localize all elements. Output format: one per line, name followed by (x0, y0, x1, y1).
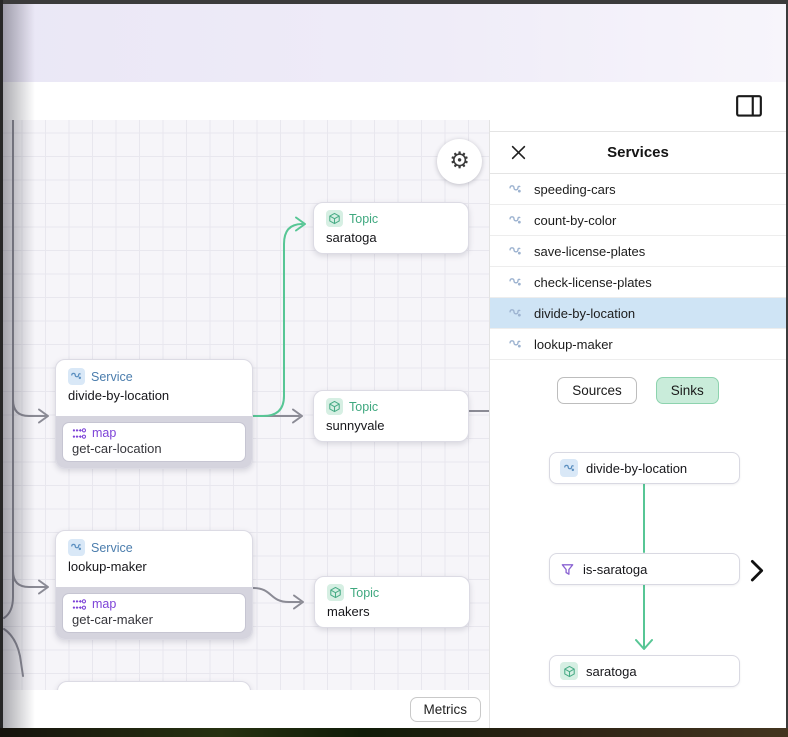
service-list-label: save-license-plates (534, 244, 645, 259)
flow-node-label: is-saratoga (583, 562, 647, 577)
canvas-bottom-bar: Metrics (3, 690, 489, 728)
header-band (3, 82, 786, 120)
service-list-item-save-license-plates[interactable]: save-license-plates (490, 236, 786, 267)
service-list-label: check-license-plates (534, 275, 652, 290)
top-toolbar-band (3, 4, 786, 82)
sources-sinks-tabs: Sources Sinks (490, 377, 786, 404)
service-icon (508, 213, 523, 228)
cube-icon (327, 584, 344, 601)
service-list-item-check-license-plates[interactable]: check-license-plates (490, 267, 786, 298)
cube-icon (560, 662, 578, 680)
window-frame-top (0, 0, 788, 4)
gear-icon: ⚙ (449, 150, 470, 173)
operation-type-label: map (92, 426, 116, 440)
service-list-item-divide-by-location[interactable]: divide-by-location (490, 298, 786, 329)
funnel-icon (560, 562, 575, 577)
operation-group: map get-car-location (56, 416, 252, 468)
panel-title: Services (607, 144, 669, 161)
close-panel-button[interactable] (510, 144, 528, 162)
panel-header: Services (490, 131, 786, 174)
app-window: Topic saratoga Topic sunnyvale Topic mak… (0, 0, 788, 737)
service-list-label: lookup-maker (534, 337, 613, 352)
node-type-label: Service (91, 370, 133, 384)
toggle-side-panel-button[interactable] (735, 94, 763, 120)
node-type-label: Topic (350, 586, 379, 600)
cube-icon (326, 398, 343, 415)
operation-name: get-car-maker (72, 612, 236, 627)
cube-icon (326, 210, 343, 227)
service-list-item-lookup-maker[interactable]: lookup-maker (490, 329, 786, 360)
operation-card-map[interactable]: map get-car-maker (62, 593, 246, 633)
service-icon (508, 337, 523, 352)
service-list-item-count-by-color[interactable]: count-by-color (490, 205, 786, 236)
flow-node-divide-by-location[interactable]: divide-by-location (549, 452, 740, 484)
flow-node-label: saratoga (586, 664, 637, 679)
tab-sources[interactable]: Sources (557, 377, 637, 404)
canvas-settings-button[interactable]: ⚙ (437, 139, 482, 184)
service-icon (508, 306, 523, 321)
map-dots-icon (72, 427, 87, 440)
service-icon (508, 244, 523, 259)
metrics-button[interactable]: Metrics (410, 697, 482, 722)
service-icon (508, 275, 523, 290)
node-type-label: Topic (349, 400, 378, 414)
pipeline-canvas[interactable]: Topic saratoga Topic sunnyvale Topic mak… (3, 120, 489, 690)
node-name: divide-by-location (68, 388, 240, 403)
service-node-divide-by-location[interactable]: Service divide-by-location map get-car-l… (55, 359, 253, 469)
services-panel: Services speeding-cars count-by-color sa… (489, 120, 786, 728)
operation-type-label: map (92, 597, 116, 611)
node-name: saratoga (326, 230, 456, 245)
topic-node-makers[interactable]: Topic makers (314, 576, 470, 628)
service-node-lookup-maker[interactable]: Service lookup-maker map get-car-maker (55, 530, 253, 640)
flow-node-saratoga[interactable]: saratoga (549, 655, 740, 687)
tab-sinks[interactable]: Sinks (656, 377, 719, 404)
chevron-right-icon (750, 559, 764, 582)
node-type-label: Topic (349, 212, 378, 226)
map-dots-icon (72, 598, 87, 611)
operation-card-map[interactable]: map get-car-location (62, 422, 246, 462)
service-list-label: divide-by-location (534, 306, 635, 321)
node-name: sunnyvale (326, 418, 456, 433)
operation-group: map get-car-maker (56, 587, 252, 639)
service-icon (68, 539, 85, 556)
columns-icon (735, 94, 763, 118)
node-name: lookup-maker (68, 559, 240, 574)
service-icon (508, 182, 523, 197)
expand-flow-button[interactable] (750, 559, 764, 581)
service-list-item-speeding-cars[interactable]: speeding-cars (490, 174, 786, 205)
service-icon (68, 368, 85, 385)
topic-node-sunnyvale[interactable]: Topic sunnyvale (313, 390, 469, 442)
service-list-label: count-by-color (534, 213, 616, 228)
node-type-label: Service (91, 541, 133, 555)
x-icon (510, 144, 527, 161)
flow-node-label: divide-by-location (586, 461, 687, 476)
topic-node-saratoga[interactable]: Topic saratoga (313, 202, 469, 254)
node-name: makers (327, 604, 457, 619)
operation-name: get-car-location (72, 441, 236, 456)
flow-node-is-saratoga[interactable]: is-saratoga (549, 553, 740, 585)
service-list-label: speeding-cars (534, 182, 616, 197)
service-icon (560, 459, 578, 477)
desktop-edge (0, 728, 788, 737)
